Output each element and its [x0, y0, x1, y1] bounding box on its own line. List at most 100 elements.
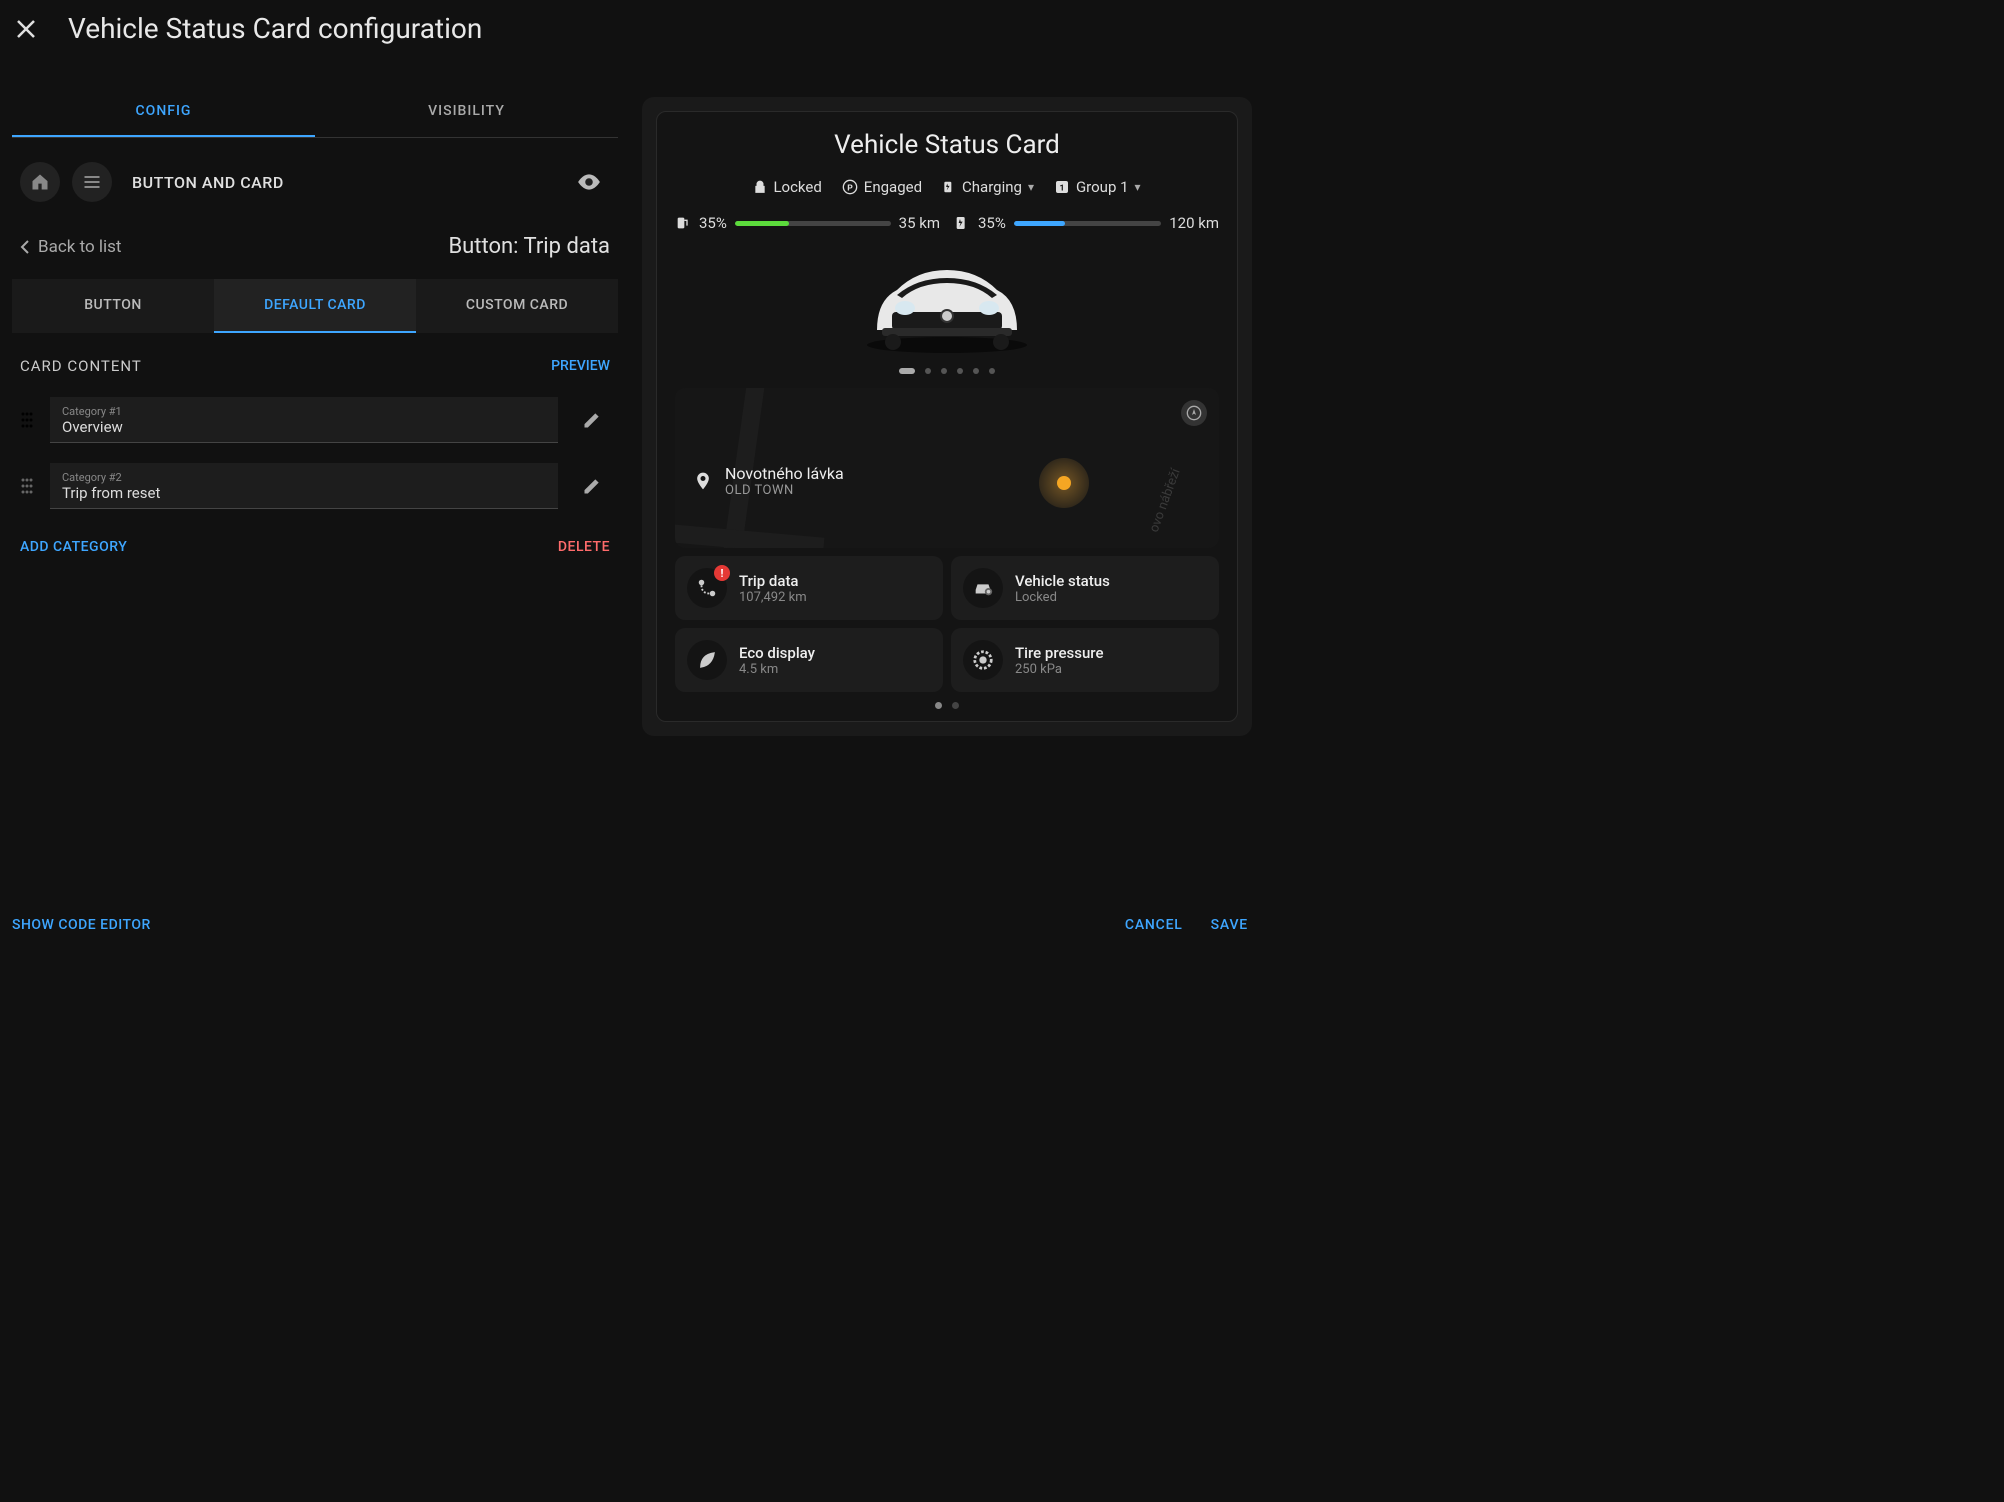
fuel-icon [675, 215, 691, 231]
drag-handle-icon[interactable] [20, 410, 34, 430]
card-pager[interactable] [675, 702, 1219, 709]
pager-dot[interactable] [941, 368, 947, 374]
fuel-percent: 35% [699, 214, 727, 232]
pager-dot[interactable] [973, 368, 979, 374]
home-icon[interactable] [20, 162, 60, 202]
ev-station-icon [942, 180, 956, 194]
category-input[interactable]: Category #2 Trip from reset [50, 463, 558, 509]
tire-icon [963, 640, 1003, 680]
alert-badge: ! [714, 565, 730, 581]
tile-subtitle: 4.5 km [739, 662, 815, 677]
tile-subtitle: Locked [1015, 590, 1110, 605]
tile-title: Vehicle status [1015, 572, 1110, 590]
current-button-title: Button: Trip data [448, 234, 610, 259]
ev-range: 35% 120 km [954, 214, 1219, 232]
tile-subtitle: 107,492 km [739, 590, 807, 605]
route-icon: ! [687, 568, 727, 608]
add-category-button[interactable]: ADD CATEGORY [20, 539, 127, 555]
category-label: Category #2 [62, 471, 546, 484]
status-locked[interactable]: Locked [753, 178, 821, 196]
tile-trip-data[interactable]: ! Trip data 107,492 km [675, 556, 943, 620]
image-pager[interactable] [675, 368, 1219, 374]
pencil-icon[interactable] [574, 476, 610, 496]
ev-progress [1014, 221, 1161, 226]
location-district: OLD TOWN [725, 483, 844, 498]
save-button[interactable]: SAVE [1211, 917, 1248, 933]
category-value: Trip from reset [62, 484, 546, 502]
tab-config[interactable]: CONFIG [12, 87, 315, 137]
subtab-custom-card[interactable]: CUSTOM CARD [416, 279, 618, 333]
preview-container: Vehicle Status Card Locked P Engaged Cha… [642, 97, 1252, 736]
svg-text:P: P [847, 183, 853, 193]
category-input[interactable]: Category #1 Overview [50, 397, 558, 443]
parking-icon: P [842, 179, 858, 195]
tile-subtitle: 250 kPa [1015, 662, 1104, 677]
delete-button[interactable]: DELETE [558, 539, 610, 555]
tile-title: Trip data [739, 572, 807, 590]
status-group[interactable]: 1 Group 1 ▾ [1054, 178, 1141, 196]
dialog-title: Vehicle Status Card configuration [68, 12, 482, 45]
category-row: Category #1 Overview [12, 387, 618, 453]
status-label: Group 1 [1076, 178, 1129, 196]
pager-dot[interactable] [925, 368, 931, 374]
ev-percent: 35% [978, 214, 1006, 232]
pencil-icon[interactable] [574, 410, 610, 430]
fuel-progress [735, 221, 891, 226]
chevron-down-icon: ▾ [1135, 180, 1141, 194]
tile-tire-pressure[interactable]: Tire pressure 250 kPa [951, 628, 1219, 692]
tab-visibility[interactable]: VISIBILITY [315, 87, 618, 137]
leaf-icon [687, 640, 727, 680]
main-tabs: CONFIG VISIBILITY [12, 87, 618, 138]
toolbar-label: BUTTON AND CARD [132, 173, 284, 192]
section-label: CARD CONTENT [20, 357, 142, 375]
lock-icon [753, 180, 767, 194]
category-value: Overview [62, 418, 546, 436]
pager-dot[interactable] [989, 368, 995, 374]
category-row: Category #2 Trip from reset [12, 453, 618, 519]
pager-dot[interactable] [935, 702, 942, 709]
back-to-list-link[interactable]: Back to list [20, 237, 121, 257]
compass-icon[interactable] [1181, 400, 1207, 426]
back-label: Back to list [38, 237, 121, 257]
tile-title: Tire pressure [1015, 644, 1104, 662]
menu-icon[interactable] [72, 162, 112, 202]
map-label: ovo nábřeží [1147, 467, 1184, 535]
category-label: Category #1 [62, 405, 546, 418]
status-charging[interactable]: Charging ▾ [942, 178, 1034, 196]
pager-dot[interactable] [957, 368, 963, 374]
group-icon: 1 [1054, 179, 1070, 195]
ev-distance: 120 km [1169, 214, 1219, 232]
map[interactable]: Novotného lávka OLD TOWN ovo nábřeží [675, 388, 1219, 548]
status-label: Charging [962, 178, 1022, 196]
map-pin-icon [693, 469, 713, 493]
tile-eco-display[interactable]: Eco display 4.5 km [675, 628, 943, 692]
chevron-down-icon: ▾ [1028, 180, 1034, 194]
vehicle-status-card: Vehicle Status Card Locked P Engaged Cha… [656, 111, 1238, 722]
vehicle-image[interactable] [675, 250, 1219, 374]
fuel-range: 35% 35 km [675, 214, 940, 232]
subtab-button[interactable]: BUTTON [12, 279, 214, 333]
pager-dot[interactable] [952, 702, 959, 709]
pager-dot[interactable] [899, 368, 915, 374]
visibility-icon[interactable] [576, 169, 610, 195]
status-label: Locked [773, 178, 821, 196]
car-cog-icon [963, 568, 1003, 608]
card-title: Vehicle Status Card [675, 130, 1219, 160]
preview-link[interactable]: PREVIEW [551, 358, 610, 374]
svg-text:1: 1 [1059, 183, 1064, 193]
subtab-default-card[interactable]: DEFAULT CARD [214, 279, 416, 333]
tile-title: Eco display [739, 644, 815, 662]
sub-tabs: BUTTON DEFAULT CARD CUSTOM CARD [12, 279, 618, 333]
status-engaged[interactable]: P Engaged [842, 178, 922, 196]
tile-vehicle-status[interactable]: Vehicle status Locked [951, 556, 1219, 620]
show-code-editor-button[interactable]: SHOW CODE EDITOR [12, 917, 151, 933]
cancel-button[interactable]: CANCEL [1125, 917, 1183, 933]
chevron-left-icon [20, 240, 30, 254]
location-marker [1039, 458, 1089, 508]
location-street: Novotného lávka [725, 464, 844, 483]
fuel-distance: 35 km [899, 214, 940, 232]
close-icon[interactable] [16, 19, 48, 39]
status-label: Engaged [864, 178, 922, 196]
ev-icon [954, 215, 970, 231]
drag-handle-icon[interactable] [20, 476, 34, 496]
